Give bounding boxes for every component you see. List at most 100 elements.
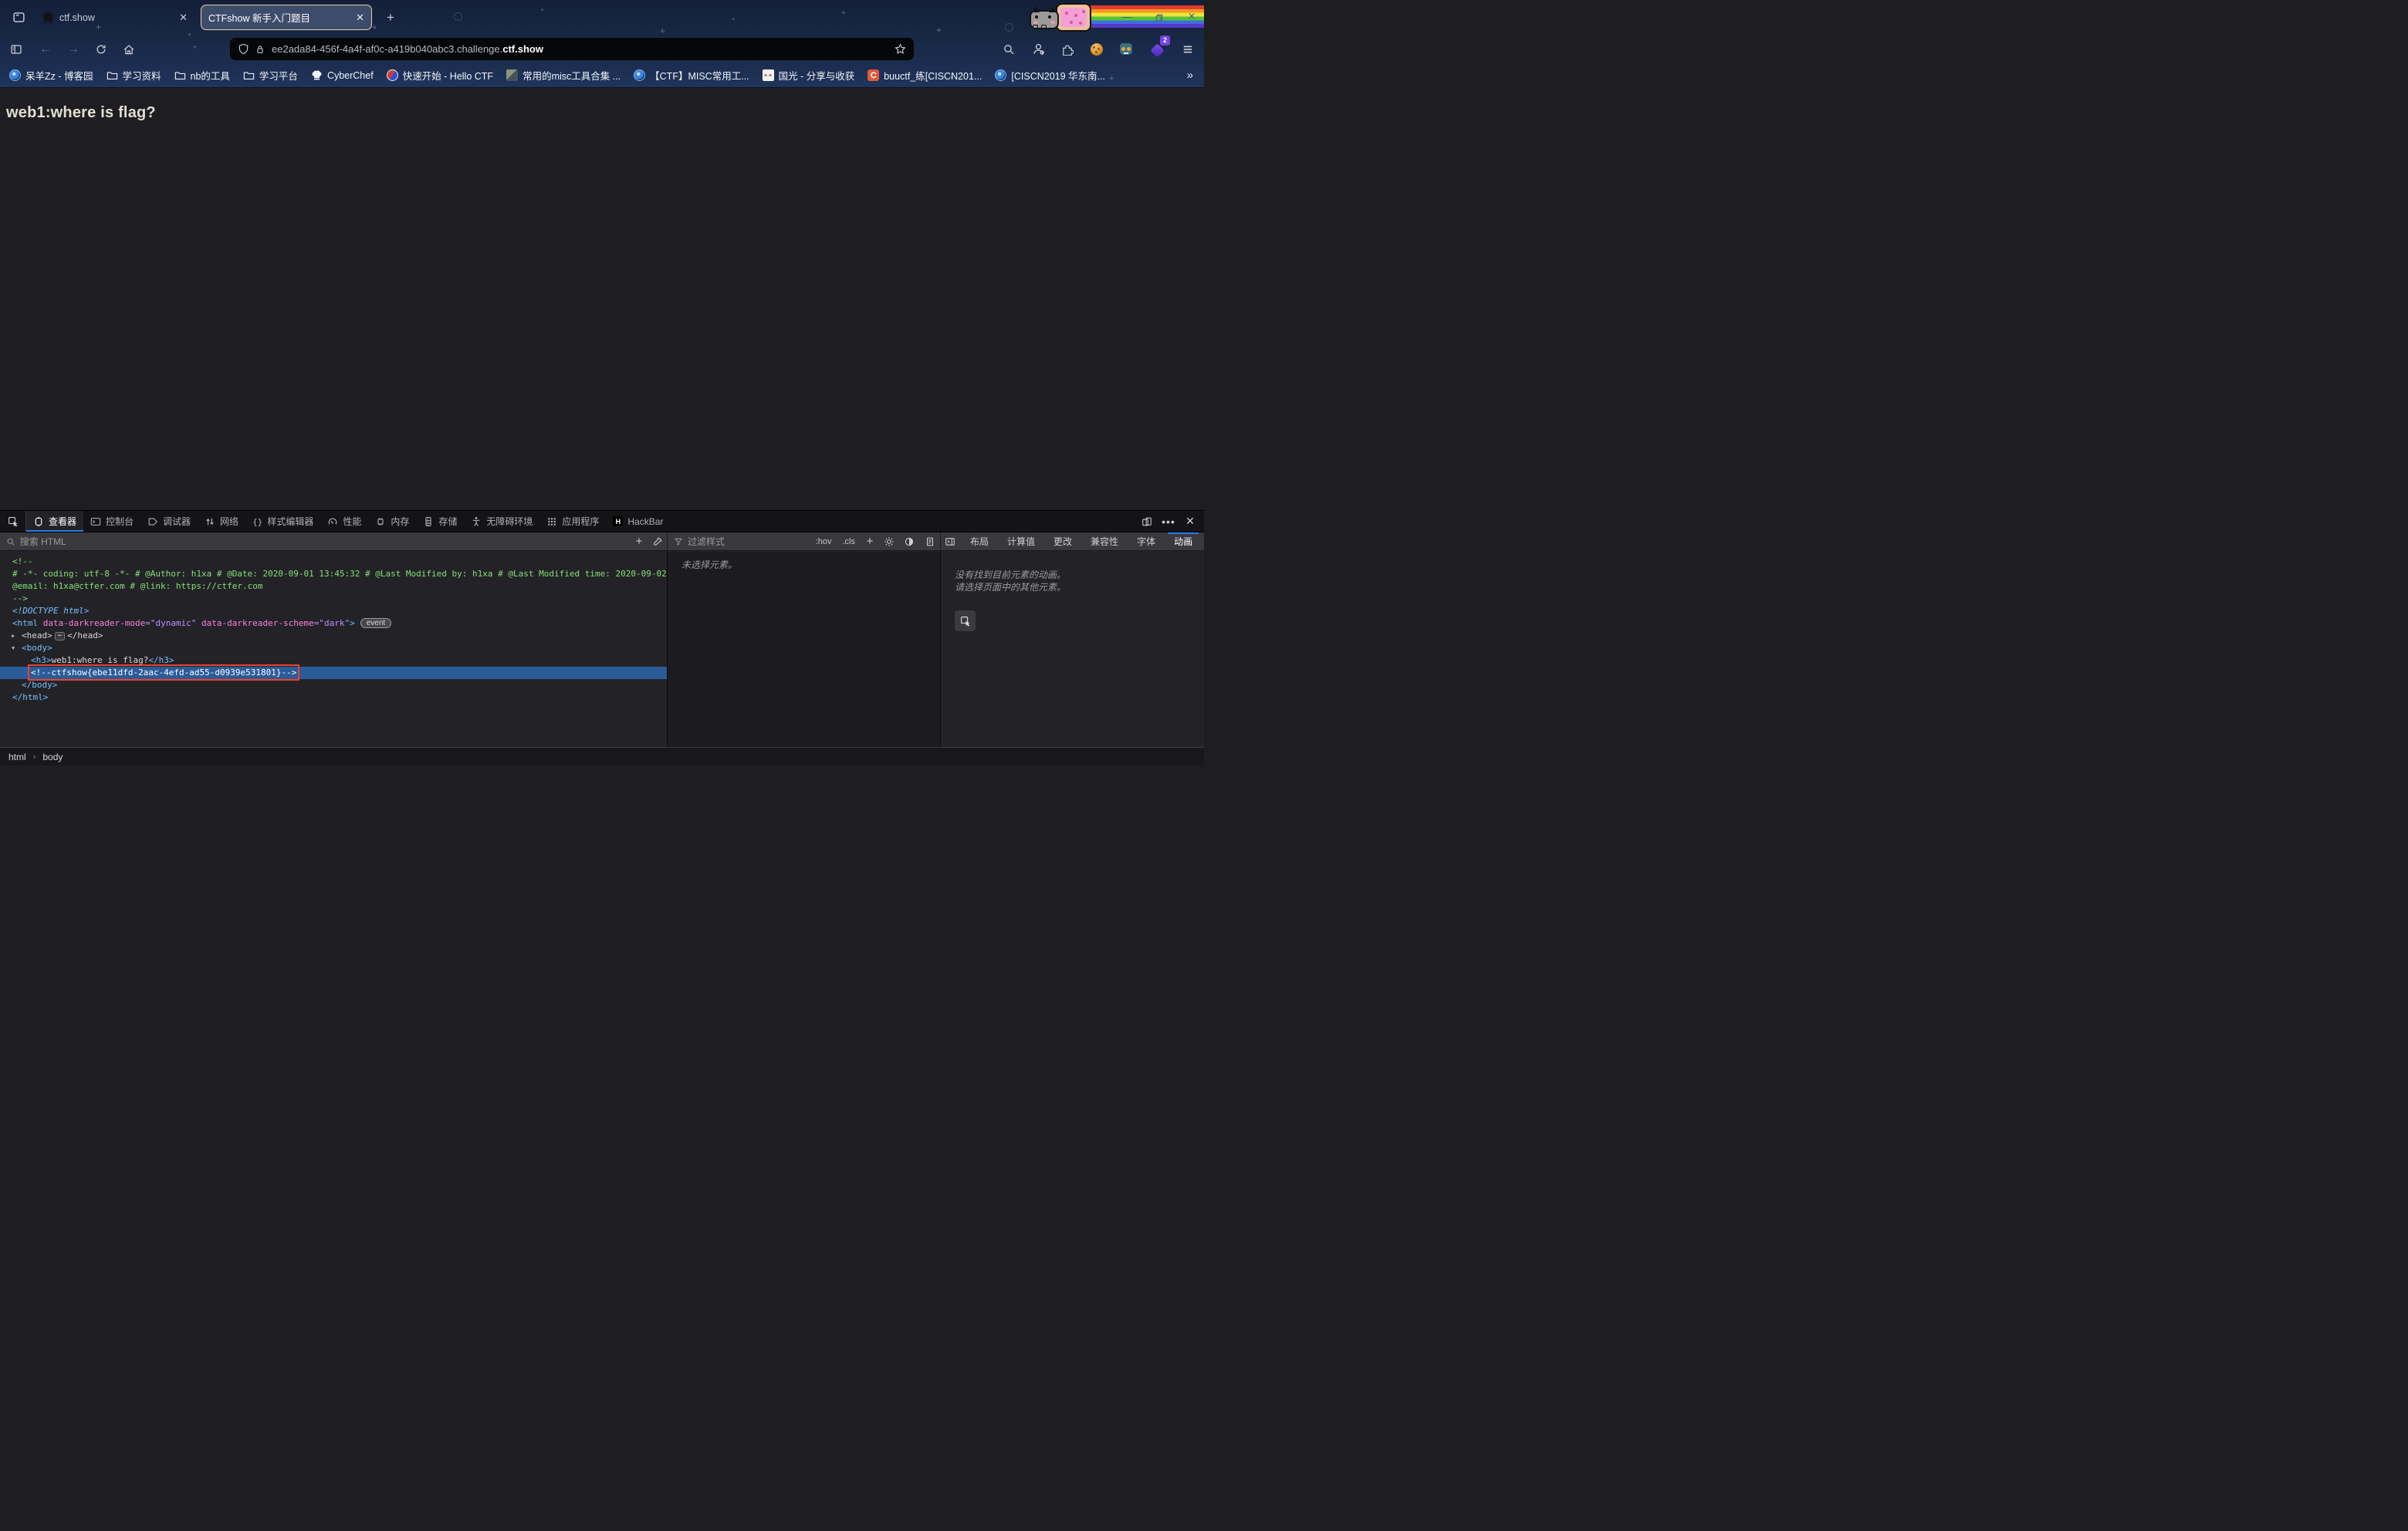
- devtools-tab-inspector[interactable]: 查看器: [26, 511, 83, 532]
- add-rule-button[interactable]: +: [863, 533, 877, 550]
- new-node-button[interactable]: +: [630, 533, 648, 550]
- devtools-tab-debugger[interactable]: 调试器: [140, 511, 198, 532]
- markup-line[interactable]: -->: [0, 593, 667, 605]
- extension-cookie-button[interactable]: [1085, 38, 1108, 60]
- markup-line[interactable]: <h3>web1:where is flag?</h3>: [0, 654, 667, 667]
- responsive-icon: [1141, 516, 1152, 527]
- devtools-tab-accessibility[interactable]: 无障碍环境: [464, 511, 539, 532]
- breadcrumb-item-body[interactable]: body: [42, 752, 63, 762]
- tab-close-icon[interactable]: ✕: [356, 12, 364, 24]
- bookmark-item[interactable]: 学习平台: [243, 68, 298, 83]
- devtools-tab-performance[interactable]: 性能: [320, 511, 368, 532]
- extensions-button[interactable]: [1056, 38, 1079, 60]
- light-scheme-button[interactable]: [881, 533, 897, 550]
- folder-icon: [243, 69, 255, 81]
- maximize-button[interactable]: [1153, 11, 1165, 23]
- devtools-tab-memory[interactable]: 内存: [368, 511, 416, 532]
- code-token-txt: <head>: [22, 630, 52, 640]
- dark-scheme-button[interactable]: [901, 533, 917, 550]
- markup-line[interactable]: @email: h1xa@ctfer.com # @link: https://…: [0, 580, 667, 593]
- code-token-tag: <html: [12, 618, 38, 628]
- right-sidebar-tab[interactable]: 布局: [961, 532, 998, 550]
- menu-button[interactable]: [1176, 38, 1199, 60]
- devtools-tab-application[interactable]: 应用程序: [539, 511, 606, 532]
- bookmark-item[interactable]: CyberChef: [311, 69, 374, 81]
- markup-line[interactable]: <!DOCTYPE html>: [0, 605, 667, 617]
- bookmark-item[interactable]: 国光 - 分享与收获: [763, 68, 855, 83]
- markup-line[interactable]: ▼<body>: [0, 642, 667, 654]
- console-icon: [90, 515, 101, 527]
- firefox-view-button[interactable]: [8, 7, 29, 29]
- pseudo-class-toggle[interactable]: :hov: [813, 537, 835, 546]
- home-button[interactable]: [117, 38, 140, 60]
- devtools-tab-console[interactable]: 控制台: [83, 511, 140, 532]
- code-token-ell: ⋯: [55, 632, 65, 640]
- markup-line[interactable]: ▶<head>⋯</head>: [0, 630, 667, 642]
- collapse-arrow-icon[interactable]: ▼: [12, 642, 15, 654]
- expand-arrow-icon[interactable]: ▶: [12, 630, 15, 642]
- print-media-button[interactable]: [922, 533, 939, 550]
- rules-toolbar: :hov .cls +: [668, 532, 941, 550]
- sidebar-toggle-button[interactable]: [941, 533, 959, 550]
- element-picker-button[interactable]: [0, 511, 26, 532]
- markup-line-selected[interactable]: <!--ctfshow{ebe11dfd-2aac-4efd-ad55-d093…: [0, 667, 667, 679]
- devtools-tab-storage[interactable]: 存储: [416, 511, 464, 532]
- bookmark-item[interactable]: 【CTF】MISC常用工...: [634, 68, 749, 83]
- devtools-close-button[interactable]: ✕: [1181, 513, 1199, 530]
- eyedropper-button[interactable]: [648, 533, 667, 550]
- right-sidebar-tab[interactable]: 字体: [1128, 532, 1165, 550]
- animations-picker-button[interactable]: [955, 610, 976, 631]
- markup-line[interactable]: </body>: [0, 679, 667, 691]
- breadcrumb-item-html[interactable]: html: [8, 752, 26, 762]
- close-button[interactable]: ×: [1185, 11, 1198, 23]
- bookmark-item[interactable]: nb的工具: [174, 68, 230, 83]
- lock-icon[interactable]: [255, 44, 265, 55]
- performance-icon: [327, 515, 338, 527]
- browser-tab-ctfshow[interactable]: 秀 ctf.show ✕: [36, 5, 194, 30]
- sidebar-toggle-button[interactable]: [5, 38, 28, 60]
- right-sidebar-tab[interactable]: 更改: [1044, 532, 1081, 550]
- tab-close-icon[interactable]: ✕: [179, 12, 188, 24]
- bookmark-item[interactable]: 学习资料: [107, 68, 161, 83]
- bookmark-item[interactable]: [CISCN2019 华东南...: [995, 68, 1105, 83]
- bookmark-item[interactable]: 呆羊Zz - 博客园: [9, 68, 93, 83]
- bookmark-item[interactable]: 快速开始 - Hello CTF: [387, 68, 493, 83]
- reload-button[interactable]: [90, 38, 113, 60]
- devtools-panel: 查看器控制台调试器网络{}样式编辑器性能内存存储无障碍环境应用程序HHackBa…: [0, 510, 1204, 766]
- extension-hacker-button[interactable]: [1114, 38, 1138, 60]
- responsive-mode-button[interactable]: [1138, 513, 1156, 530]
- sidebar-tab-strip: 布局计算值更改兼容性字体动画: [961, 532, 1202, 550]
- cnblogs-favicon: [9, 69, 21, 81]
- markup-line[interactable]: <!--: [0, 556, 667, 568]
- bookmark-star-icon[interactable]: [895, 43, 906, 55]
- filter-styles-input[interactable]: [688, 536, 808, 547]
- address-bar[interactable]: ee2ada84-456f-4a4f-af0c-a419b040abc3.cha…: [230, 38, 914, 60]
- right-sidebar-tab[interactable]: 计算值: [998, 532, 1044, 550]
- code-token-txt: web1:where is flag?: [52, 655, 149, 665]
- devtools-tab-hackbar[interactable]: HHackBar: [606, 511, 670, 532]
- browser-tab-active[interactable]: CTFshow 新手入门题目 ✕: [201, 5, 372, 30]
- sidebar-toolbar: 布局计算值更改兼容性字体动画: [941, 532, 1204, 550]
- bookmark-item[interactable]: 常用的misc工具合集 ...: [506, 68, 621, 83]
- right-sidebar-tab[interactable]: 动画: [1165, 532, 1202, 550]
- markup-line[interactable]: # -*- coding: utf-8 -*- # @Author: h1xa …: [0, 568, 667, 580]
- extension-wappalyzer-button[interactable]: 2: [1145, 38, 1168, 60]
- minimize-button[interactable]: —: [1121, 11, 1133, 23]
- new-tab-button[interactable]: +: [381, 10, 400, 25]
- bookmark-item[interactable]: Cbuuctf_练[CISCN201...: [867, 68, 982, 83]
- search-button[interactable]: [997, 38, 1020, 60]
- forward-button[interactable]: →: [62, 38, 85, 60]
- devtools-tab-network[interactable]: 网络: [198, 511, 245, 532]
- back-button[interactable]: ←: [34, 38, 57, 60]
- devtools-tab-label: 查看器: [49, 515, 76, 528]
- account-button[interactable]: [1026, 38, 1050, 60]
- markup-line[interactable]: <html data-darkreader-mode="dynamic" dat…: [0, 617, 667, 630]
- devtools-tab-style-editor[interactable]: {}样式编辑器: [245, 511, 320, 532]
- right-sidebar-tab[interactable]: 兼容性: [1081, 532, 1128, 550]
- shield-icon[interactable]: [238, 43, 249, 55]
- class-toggle[interactable]: .cls: [840, 537, 859, 546]
- markup-search-input[interactable]: [20, 536, 630, 547]
- bookmarks-overflow-button[interactable]: »: [1187, 69, 1195, 82]
- devtools-menu-button[interactable]: •••: [1159, 513, 1178, 530]
- markup-line[interactable]: </html>: [0, 691, 667, 704]
